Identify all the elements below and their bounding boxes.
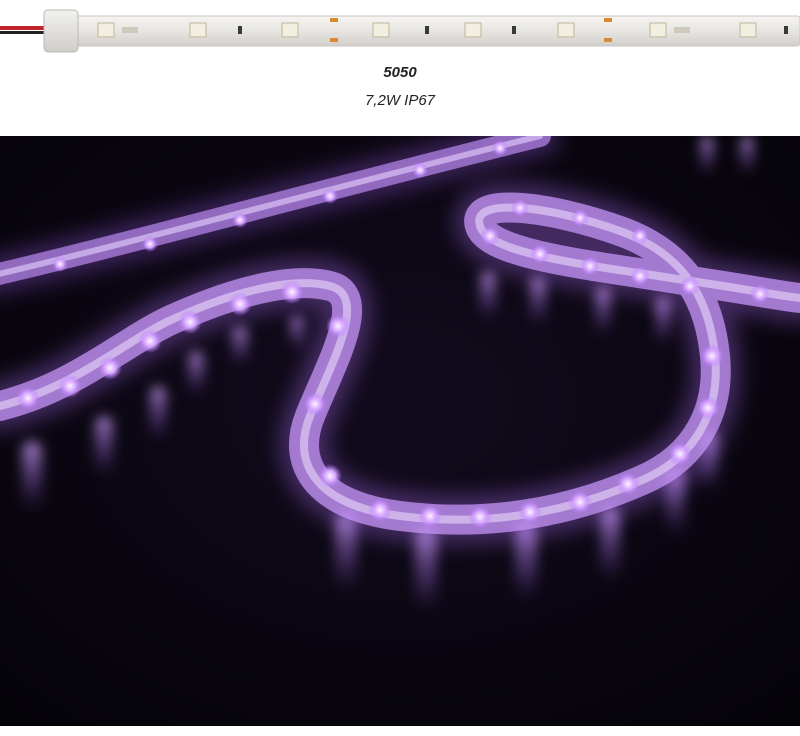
black-wire <box>0 31 48 34</box>
glowing-led-strip-photo <box>0 136 800 726</box>
strip-body <box>71 15 800 47</box>
product-model-label: 5050 <box>383 64 417 81</box>
product-spec-label: 7,2W IP67 <box>364 92 436 109</box>
strip-end-cap <box>43 9 79 53</box>
led-strip-product-image <box>0 9 800 53</box>
red-wire <box>0 26 48 30</box>
